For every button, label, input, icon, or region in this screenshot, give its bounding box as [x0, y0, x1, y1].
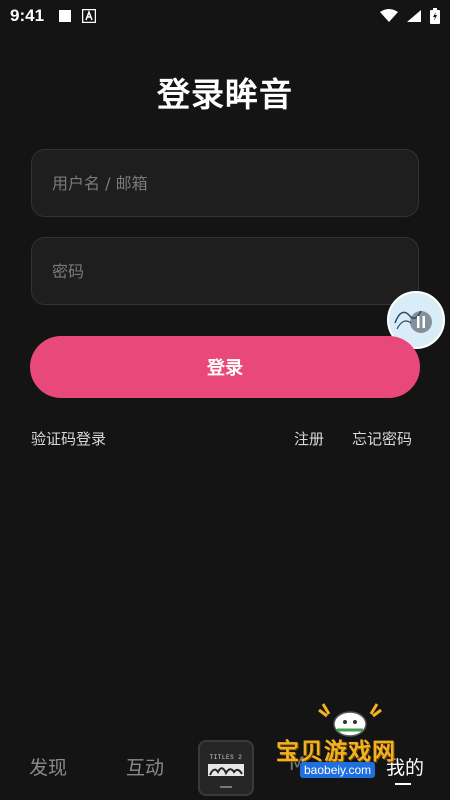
wifi-icon: [380, 9, 398, 22]
album-cover-art: [200, 742, 252, 794]
watermark-logo: 宝贝游戏网 baobeiy.com: [270, 700, 430, 785]
status-left-icons: [58, 9, 97, 23]
forgot-password-link[interactable]: 忘记密码: [352, 428, 412, 449]
login-button[interactable]: 登录: [30, 336, 420, 398]
signal-icon: [407, 10, 421, 22]
battery-charging-icon: [430, 8, 440, 24]
watermark-url: baobeiy.com: [300, 762, 376, 778]
nav-item-interact[interactable]: 互动: [126, 753, 164, 780]
watermark-text: 宝贝游戏网: [276, 739, 396, 765]
login-screen: 9:41 登录眸音 用户名 / 邮箱 登录 验证码登录 注册 忘记密码 发现 互…: [0, 0, 450, 800]
page-title: 登录眸音: [157, 75, 293, 114]
status-time: 9:41: [10, 6, 45, 25]
album-title: TITLES 2: [209, 754, 243, 761]
nav-item-discover[interactable]: 发现: [29, 753, 67, 780]
username-email-input[interactable]: [31, 149, 419, 217]
square-notification-icon: [59, 10, 72, 22]
a-notification-icon: [82, 9, 97, 23]
status-right-icons: [380, 8, 440, 24]
register-link[interactable]: 注册: [294, 428, 324, 449]
sms-code-login-link[interactable]: 验证码登录: [31, 428, 106, 449]
now-playing-album-art[interactable]: TITLES 2: [198, 740, 254, 796]
status-bar: 9:41: [0, 0, 450, 32]
password-input[interactable]: [31, 237, 419, 305]
